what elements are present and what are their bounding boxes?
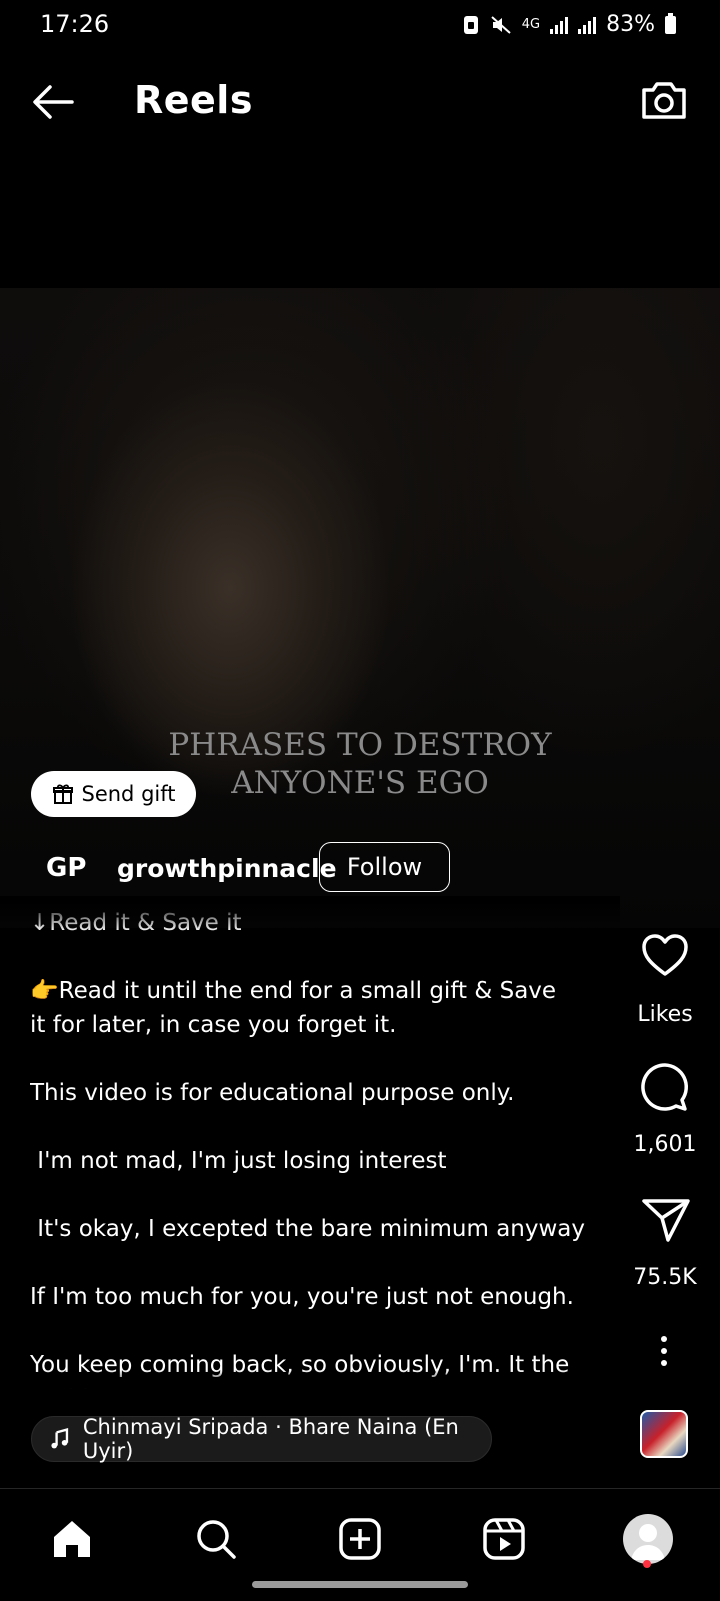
caption-spacer (30, 1110, 610, 1144)
likes-label[interactable]: Likes (626, 1002, 704, 1027)
share-button[interactable] (640, 1196, 692, 1244)
status-time: 17:26 (40, 10, 110, 38)
sim-icon (463, 15, 478, 34)
caption-line: it for later, in case you forget it. (30, 1012, 397, 1038)
more-options-button[interactable] (650, 1334, 678, 1368)
status-icons: 4G 83% (462, 12, 676, 37)
back-button[interactable] (28, 80, 78, 124)
caption-spacer (30, 1314, 610, 1348)
signal-icon (550, 16, 569, 34)
home-indicator[interactable] (252, 1581, 468, 1588)
nav-home[interactable] (44, 1511, 100, 1567)
send-gift-label: Send gift (81, 782, 176, 806)
caption-line: It's okay, I excepted the bare minimum a… (30, 1216, 585, 1242)
like-button[interactable] (640, 932, 690, 978)
caption[interactable]: ↓Read it & Save it 👉Read it until the en… (30, 906, 610, 1392)
music-track-label: Chinmayi Sripada · Bhare Naina (En Uyir) (82, 1415, 459, 1463)
comment-count[interactable]: 1,601 (626, 1132, 704, 1157)
caption-line: 👉Read it until the end for a small gift … (30, 978, 557, 1004)
overlay-line-1: PHRASES TO DESTROY (168, 727, 552, 763)
gift-icon (52, 784, 73, 804)
send-icon (642, 1199, 690, 1242)
caption-spacer (30, 1042, 610, 1076)
battery-percent: 83% (606, 12, 655, 37)
caption-spacer (30, 1246, 610, 1280)
comment-icon (641, 1063, 688, 1111)
nav-create[interactable] (332, 1511, 388, 1567)
nav-profile[interactable] (620, 1511, 676, 1567)
page-title: Reels (134, 78, 253, 122)
music-track-button[interactable]: Chinmayi Sripada · Bhare Naina (En Uyir) (31, 1415, 492, 1463)
account-logo[interactable]: GP (46, 853, 86, 883)
caption-line: I'm not mad, I'm just losing interest (30, 1148, 447, 1174)
camera-icon (642, 82, 686, 119)
default-avatar-icon (631, 1524, 665, 1560)
caption-spacer (30, 940, 610, 974)
arrow-left-icon (33, 85, 74, 119)
caption-line: If I'm too much for you, you're just not… (30, 1284, 574, 1310)
send-gift-button[interactable]: Send gift (31, 771, 196, 817)
caption-fade-top (0, 896, 620, 932)
home-icon (54, 1521, 90, 1557)
search-icon (197, 1520, 236, 1559)
caption-line: This video is for educational purpose on… (30, 1080, 515, 1106)
music-note-icon (51, 1428, 69, 1449)
plus-square-icon (339, 1518, 381, 1560)
caption-fade-bottom (0, 1370, 620, 1394)
follow-button[interactable]: Follow (319, 842, 450, 892)
more-vertical-icon (661, 1336, 667, 1366)
heart-icon (642, 934, 688, 976)
network-label: 4G (521, 17, 541, 32)
nav-search[interactable] (188, 1511, 244, 1567)
battery-icon (665, 12, 676, 34)
audio-thumbnail[interactable] (640, 1410, 688, 1458)
username[interactable]: growthpinnacle (117, 854, 337, 883)
mute-icon (491, 15, 511, 34)
nav-reels[interactable] (476, 1511, 532, 1567)
reel-video[interactable] (0, 288, 720, 928)
reels-icon (483, 1518, 525, 1560)
caption-spacer (30, 1178, 610, 1212)
camera-button[interactable] (638, 74, 690, 126)
avatar (623, 1514, 673, 1564)
notification-dot (643, 1560, 651, 1568)
signal-icon-2 (578, 16, 597, 34)
comment-button[interactable] (638, 1060, 692, 1114)
share-count[interactable]: 75.5K (626, 1265, 704, 1290)
